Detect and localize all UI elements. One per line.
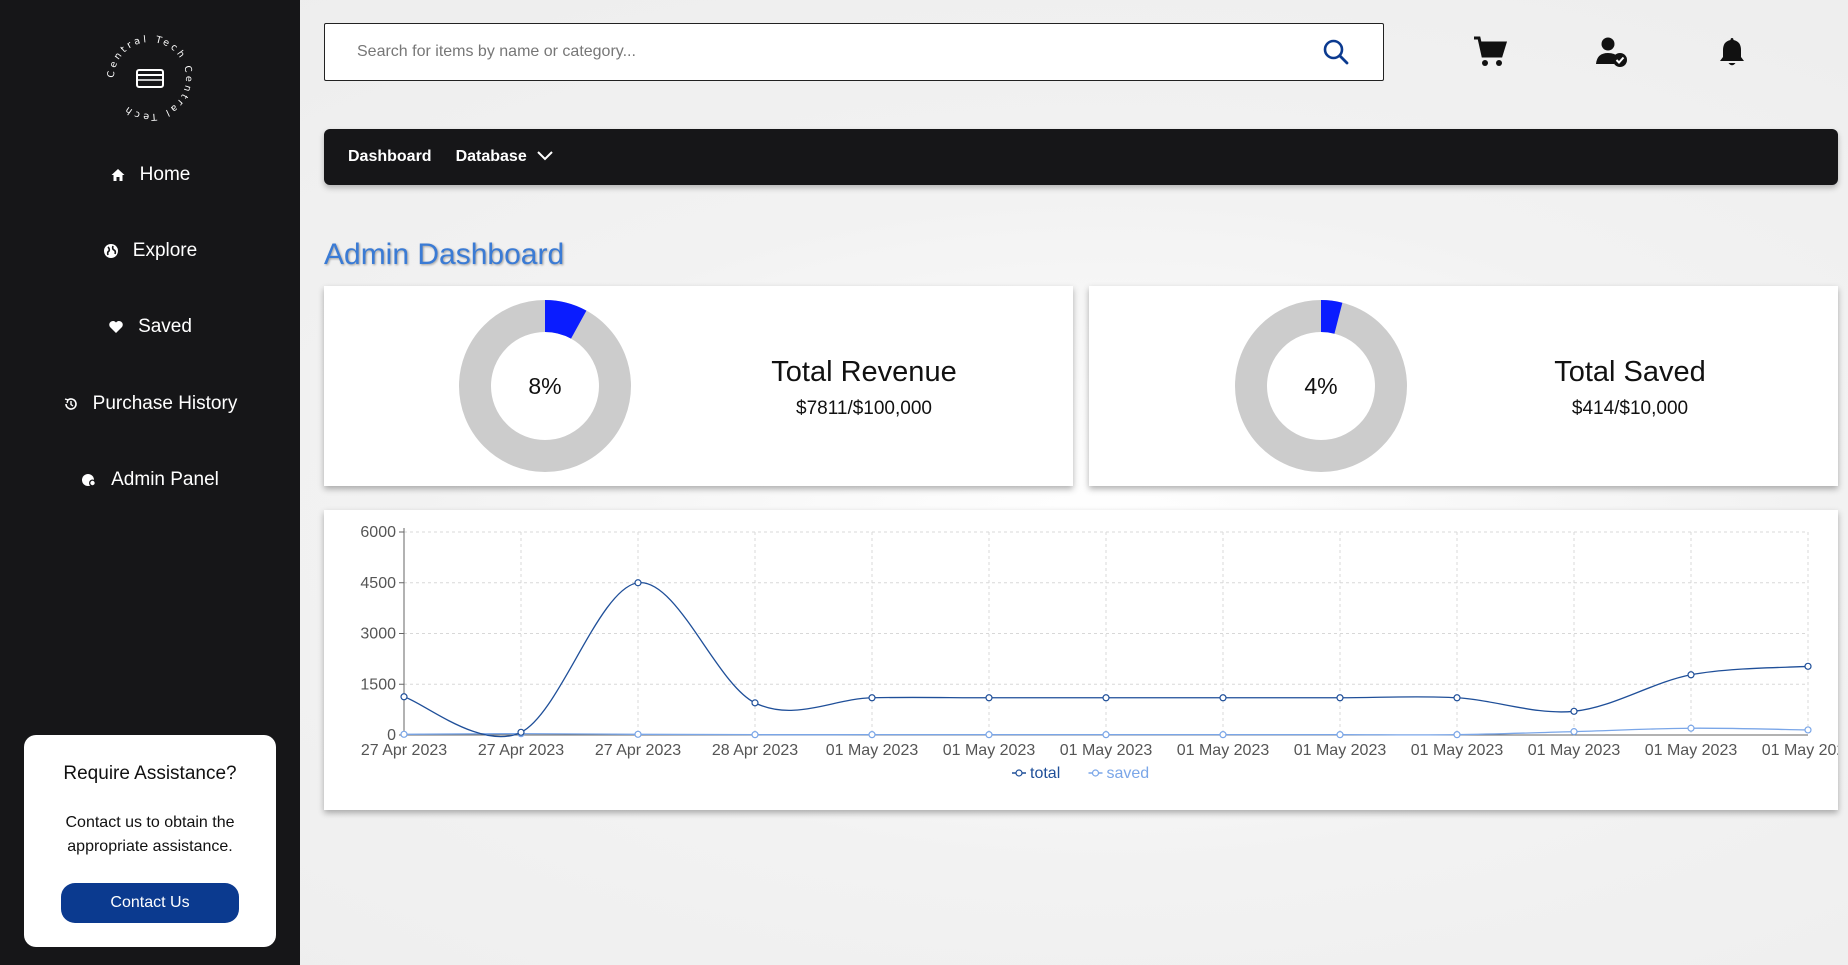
data-point-saved: [1336, 731, 1344, 739]
svg-text:Central Tech Central Tech: Central Tech Central Tech: [106, 34, 194, 122]
help-title: Require Assistance?: [63, 763, 237, 784]
data-point-total: [400, 693, 408, 701]
y-tick-label: 3000: [360, 626, 396, 643]
x-tick-label: 27 Apr 2023: [478, 742, 564, 759]
sidebar-item-explore[interactable]: Explore: [0, 231, 300, 271]
data-point-total: [1102, 694, 1110, 702]
logo-ring-text: Central Tech Central Tech: [106, 34, 191, 122]
x-tick-label: 01 May 2023: [1762, 742, 1838, 759]
help-text: Contact us to obtain the appropriate ass…: [65, 814, 235, 855]
legend-swatch-marker: [1091, 769, 1100, 777]
x-tick-label: 01 May 2023: [826, 742, 919, 759]
chevron-down-icon: [537, 148, 553, 166]
revenue-card: 8% Total Revenue $7811/$100,000: [324, 286, 1073, 486]
x-tick-label: 01 May 2023: [1645, 742, 1738, 759]
sidebar-item-label: Purchase History: [92, 393, 238, 414]
x-tick-label: 01 May 2023: [943, 742, 1036, 759]
x-tick-label: 01 May 2023: [1411, 742, 1504, 759]
data-point-total: [985, 694, 993, 702]
data-point-total: [1453, 694, 1461, 702]
y-tick-label: 4500: [360, 575, 396, 592]
revenue-value: $7811/$100,000: [796, 398, 932, 419]
legend-label-saved: saved: [1107, 765, 1150, 782]
menu-database-label: Database: [455, 148, 527, 165]
y-tick-label: 6000: [360, 524, 396, 541]
data-point-saved: [1102, 731, 1110, 739]
data-point-total: [1219, 694, 1227, 702]
sidebar-item-label: Home: [139, 164, 191, 185]
home-icon: [110, 167, 126, 183]
chart-card: 0 1500 3000 4500 6000 27 Apr 2023 27 Apr 2023 2…: [324, 510, 1838, 810]
x-tick-label: 01 May 2023: [1177, 742, 1270, 759]
x-tick-label: 01 May 2023: [1060, 742, 1153, 759]
saved-title: Total Saved: [1554, 356, 1706, 388]
sidebar-item-label: Saved: [138, 316, 192, 337]
cart-icon[interactable]: [1472, 34, 1508, 70]
data-point-total: [751, 699, 759, 707]
data-point-total: [1804, 662, 1812, 670]
logo[interactable]: Central Tech Central Tech: [100, 28, 200, 128]
saved-value: $414/$10,000: [1571, 398, 1689, 419]
data-point-saved: [1219, 731, 1227, 739]
credit-card-icon: [136, 69, 164, 88]
data-point-saved: [1804, 726, 1812, 734]
admin-icon: [81, 472, 97, 488]
heart-icon: [108, 319, 124, 335]
contact-us-button[interactable]: Contact Us: [61, 883, 239, 923]
data-point-saved: [634, 730, 642, 738]
x-tick-label: 28 Apr 2023: [712, 742, 798, 759]
history-icon: [63, 396, 79, 412]
revenue-percent: 8%: [528, 372, 562, 399]
x-tick-label: 01 May 2023: [1294, 742, 1387, 759]
x-tick-label: 01 May 2023: [1528, 742, 1621, 759]
data-point-saved: [1453, 731, 1461, 739]
search-icon[interactable]: [1321, 37, 1351, 67]
help-card: Require Assistance? Contact us to obtain…: [24, 735, 276, 947]
legend-swatch-marker: [1015, 769, 1023, 777]
data-point-total: [868, 694, 876, 702]
sidebar-item-label: Explore: [132, 240, 198, 261]
sidebar-item-admin-panel[interactable]: Admin Panel: [0, 460, 300, 500]
data-point-saved: [868, 731, 876, 739]
sidebar-item-saved[interactable]: Saved: [0, 307, 300, 347]
data-point-saved: [985, 731, 993, 739]
saved-card: 4% Total Saved $414/$10,000: [1089, 286, 1838, 486]
sales-line-chart: 0150030004500600027 Apr 2023 27 Apr 2023 2…: [360, 524, 1838, 782]
sidebar-item-home[interactable]: Home: [0, 155, 300, 195]
sidebar-item-purchase-history[interactable]: Purchase History: [0, 384, 300, 424]
bell-icon[interactable]: [1714, 34, 1750, 70]
saved-percent: 4%: [1304, 372, 1338, 399]
menu-bar: Dashboard Database: [324, 129, 1838, 185]
data-point-total: [1336, 694, 1344, 702]
x-tick-label: 27 Apr 2023: [361, 742, 447, 759]
sidebar: Central Tech Central Tech Home Explore S…: [0, 0, 300, 965]
data-point-saved: [1570, 728, 1578, 736]
globe-icon: [103, 243, 119, 259]
page-title: Admin Dashboard: [324, 238, 565, 271]
data-point-saved: [1687, 724, 1695, 732]
data-point-total: [1687, 671, 1695, 679]
search-bar: [324, 23, 1384, 81]
y-tick-label: 1500: [360, 676, 396, 693]
menu-dashboard[interactable]: Dashboard: [348, 148, 432, 166]
data-point-total: [1570, 707, 1578, 715]
data-point-saved: [751, 731, 759, 739]
data-point-total: [517, 728, 525, 736]
revenue-title: Total Revenue: [771, 356, 957, 388]
search-input[interactable]: [325, 24, 1321, 80]
user-check-icon[interactable]: [1594, 34, 1630, 70]
x-tick-label: 27 Apr 2023: [595, 742, 681, 759]
legend-label-total: total: [1030, 765, 1060, 782]
data-point-saved: [400, 730, 408, 738]
sidebar-item-label: Admin Panel: [111, 469, 219, 490]
data-point-total: [634, 579, 642, 587]
menu-database[interactable]: Database: [456, 148, 553, 166]
